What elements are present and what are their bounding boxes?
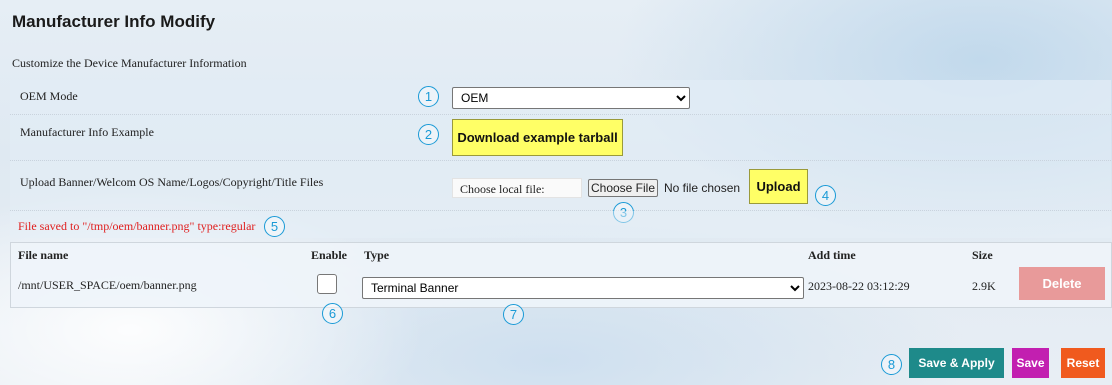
- upload-label: Upload Banner/Welcom OS Name/Logos/Copyr…: [20, 175, 324, 189]
- page-title: Manufacturer Info Modify: [12, 12, 216, 31]
- page-subtitle: Customize the Device Manufacturer Inform…: [12, 56, 247, 70]
- type-select[interactable]: Terminal Banner: [362, 277, 804, 299]
- enable-checkbox[interactable]: [317, 274, 337, 294]
- marker-6: 6: [322, 303, 343, 324]
- row-size: 2.9K: [972, 279, 996, 293]
- row-file-name: /mnt/USER_SPACE/oem/banner.png: [18, 278, 197, 292]
- manufacturer-example-label: Manufacturer Info Example: [20, 125, 154, 139]
- marker-8: 8: [881, 354, 902, 375]
- marker-1: 1: [418, 86, 439, 107]
- choose-file-button[interactable]: Choose File: [588, 179, 658, 197]
- no-file-chosen-text: No file chosen: [664, 181, 741, 195]
- header-type: Type: [364, 248, 390, 262]
- save-button[interactable]: Save: [1012, 348, 1049, 378]
- choose-local-file-label: Choose local file:: [452, 178, 582, 198]
- header-size: Size: [972, 248, 993, 262]
- oem-mode-select[interactable]: OEM: [452, 87, 690, 109]
- header-add-time: Add time: [808, 248, 856, 262]
- delete-button[interactable]: Delete: [1019, 267, 1105, 300]
- marker-2: 2: [418, 124, 439, 145]
- upload-button[interactable]: Upload: [749, 169, 808, 204]
- download-example-button[interactable]: Download example tarball: [452, 119, 623, 156]
- save-apply-button[interactable]: Save & Apply: [909, 348, 1004, 378]
- header-file-name: File name: [18, 248, 69, 262]
- marker-5: 5: [264, 216, 285, 237]
- marker-7: 7: [503, 304, 524, 325]
- marker-4: 4: [815, 185, 836, 206]
- header-enable: Enable: [311, 248, 348, 262]
- status-message: File saved to "/tmp/oem/banner.png" type…: [18, 219, 256, 233]
- oem-mode-label: OEM Mode: [20, 89, 78, 103]
- reset-button[interactable]: Reset: [1061, 348, 1105, 378]
- row-add-time: 2023-08-22 03:12:29: [808, 279, 910, 293]
